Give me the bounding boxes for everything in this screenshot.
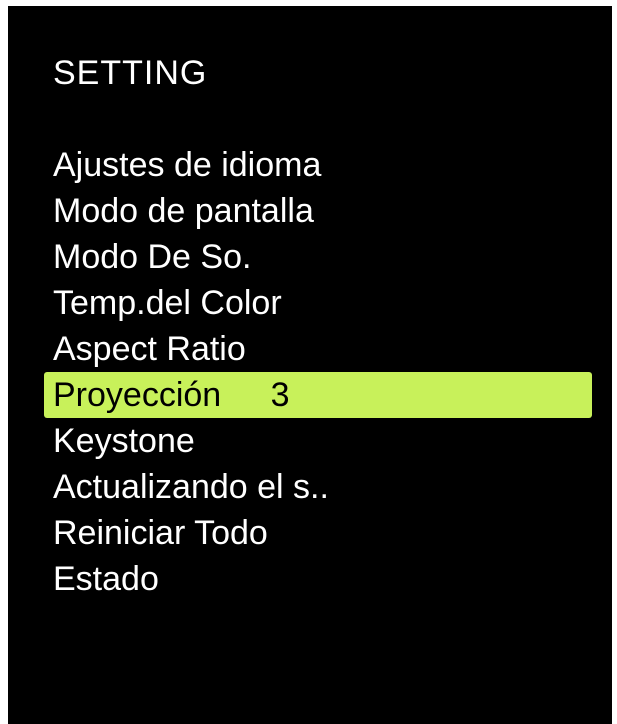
- menu-item-projection[interactable]: Proyección 3: [8, 372, 612, 418]
- menu-title: SETTING: [53, 54, 208, 92]
- menu-item-label: Proyección: [53, 376, 222, 414]
- menu-item-label: Temp.del Color: [53, 284, 282, 322]
- menu-item-reset-all[interactable]: Reiniciar Todo: [8, 510, 612, 556]
- menu-item-label: Estado: [53, 560, 159, 598]
- projection-value: 3: [270, 376, 290, 414]
- menu-item-label: Modo de pantalla: [53, 192, 314, 230]
- menu-item-status[interactable]: Estado: [8, 556, 612, 602]
- menu-item-label: Aspect Ratio: [53, 330, 246, 368]
- menu-item-system-update[interactable]: Actualizando el s..: [8, 464, 612, 510]
- menu-item-label: Ajustes de idioma: [53, 146, 322, 184]
- menu-item-language-settings[interactable]: Ajustes de idioma: [8, 142, 612, 188]
- settings-menu-list: Ajustes de idioma Modo de pantalla Modo …: [8, 142, 612, 602]
- menu-item-label: Actualizando el s..: [53, 468, 329, 506]
- menu-item-aspect-ratio[interactable]: Aspect Ratio: [8, 326, 612, 372]
- menu-item-sound-mode[interactable]: Modo De So.: [8, 234, 612, 280]
- menu-item-color-temperature[interactable]: Temp.del Color: [8, 280, 612, 326]
- menu-item-label: Reiniciar Todo: [53, 514, 268, 552]
- osd-menu-screen: SETTING Ajustes de idioma Modo de pantal…: [8, 6, 612, 724]
- menu-item-screen-mode[interactable]: Modo de pantalla: [8, 188, 612, 234]
- menu-item-label: Modo De So.: [53, 238, 252, 276]
- menu-item-label: Keystone: [53, 422, 195, 460]
- menu-item-keystone[interactable]: Keystone: [8, 418, 612, 464]
